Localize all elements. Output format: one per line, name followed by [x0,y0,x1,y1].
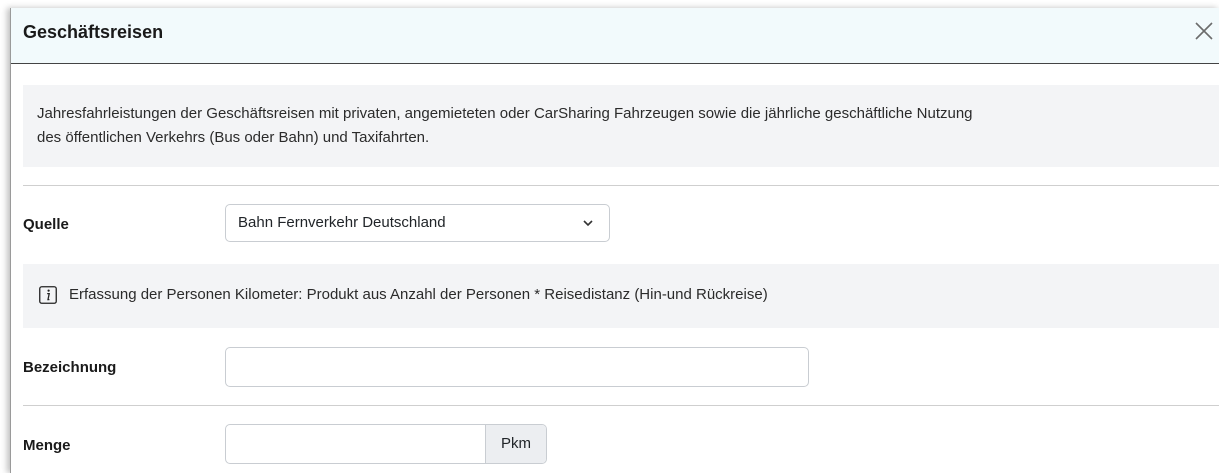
divider [23,405,1219,406]
info-box: Erfassung der Personen Kilometer: Produk… [23,264,1219,328]
quantity-unit: Pkm [485,425,546,463]
dialog-title: Geschäftsreisen [23,22,164,42]
dialog-header: Geschäftsreisen [11,8,1219,64]
quantity-input-group: Pkm [225,424,547,464]
close-icon [1195,22,1213,40]
info-icon [39,286,57,304]
divider [23,185,1219,186]
description-panel: Jahresfahrleistungen der Geschäftsreisen… [23,85,1219,167]
designation-input[interactable] [225,347,809,387]
quantity-input[interactable] [226,425,485,463]
source-select[interactable]: Bahn Fernverkehr Deutschland [225,204,610,242]
business-travel-dialog: Geschäftsreisen Jahresfahrleistungen der… [10,8,1219,473]
description-line-1: Jahresfahrleistungen der Geschäftsreisen… [37,105,973,122]
designation-label: Bezeichnung [23,359,117,376]
chevron-down-icon [583,220,593,227]
info-text: Erfassung der Personen Kilometer: Produk… [69,286,768,303]
quantity-label: Menge [23,437,71,454]
description-line-2: des öffentlichen Verkehrs (Bus oder Bahn… [37,129,430,146]
source-select-value: Bahn Fernverkehr Deutschland [238,214,446,231]
close-button[interactable] [1192,19,1216,43]
source-label: Quelle [23,216,69,233]
